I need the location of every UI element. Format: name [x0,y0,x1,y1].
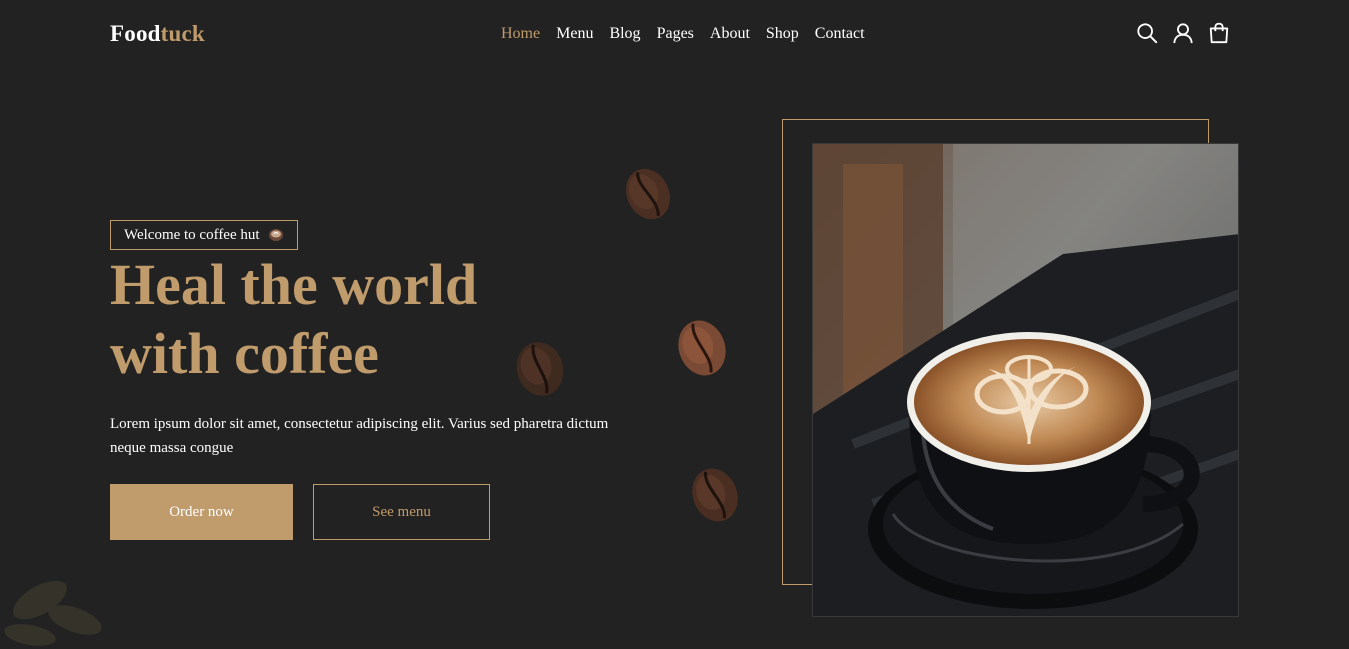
coffee-bean-image [692,468,738,522]
latte-cup-image [813,144,1238,616]
shopping-bag-icon[interactable] [1208,22,1230,44]
logo[interactable]: Foodtuck [110,21,205,47]
nav-blog[interactable]: Blog [609,25,640,43]
main-nav: Home Menu Blog Pages About Shop Contact [501,25,881,43]
logo-main: Food [110,21,161,46]
coffee-bean-image [516,342,564,396]
logo-accent: tuck [160,21,205,46]
user-icon[interactable] [1172,22,1194,44]
nav-shop[interactable]: Shop [766,25,799,43]
header-actions [1136,22,1230,44]
coffee-cup-icon [268,229,283,241]
hero-description: Lorem ipsum dolor sit amet, consectetur … [110,416,609,456]
headline-line-2: with coffee [110,321,379,386]
welcome-badge: Welcome to coffee hut [110,220,298,250]
nav-about[interactable]: About [710,25,750,43]
coffee-bean-image [678,320,726,376]
landing-page: Foodtuck Home Menu Blog Pages About Shop… [0,0,1349,649]
latte-photo [812,143,1239,617]
coffee-bean-image [626,168,670,220]
hero-headline: Heal the world with coffee [110,250,570,388]
order-now-button[interactable]: Order now [110,484,293,540]
leaf-decoration-image [4,580,102,646]
see-menu-button[interactable]: See menu [313,484,490,540]
welcome-badge-text: Welcome to coffee hut [124,226,260,243]
search-icon[interactable] [1136,22,1158,44]
nav-contact[interactable]: Contact [815,25,865,43]
nav-home[interactable]: Home [501,25,540,43]
nav-menu[interactable]: Menu [556,25,593,43]
headline-line-1: Heal the world [110,252,478,317]
nav-pages[interactable]: Pages [657,25,694,43]
